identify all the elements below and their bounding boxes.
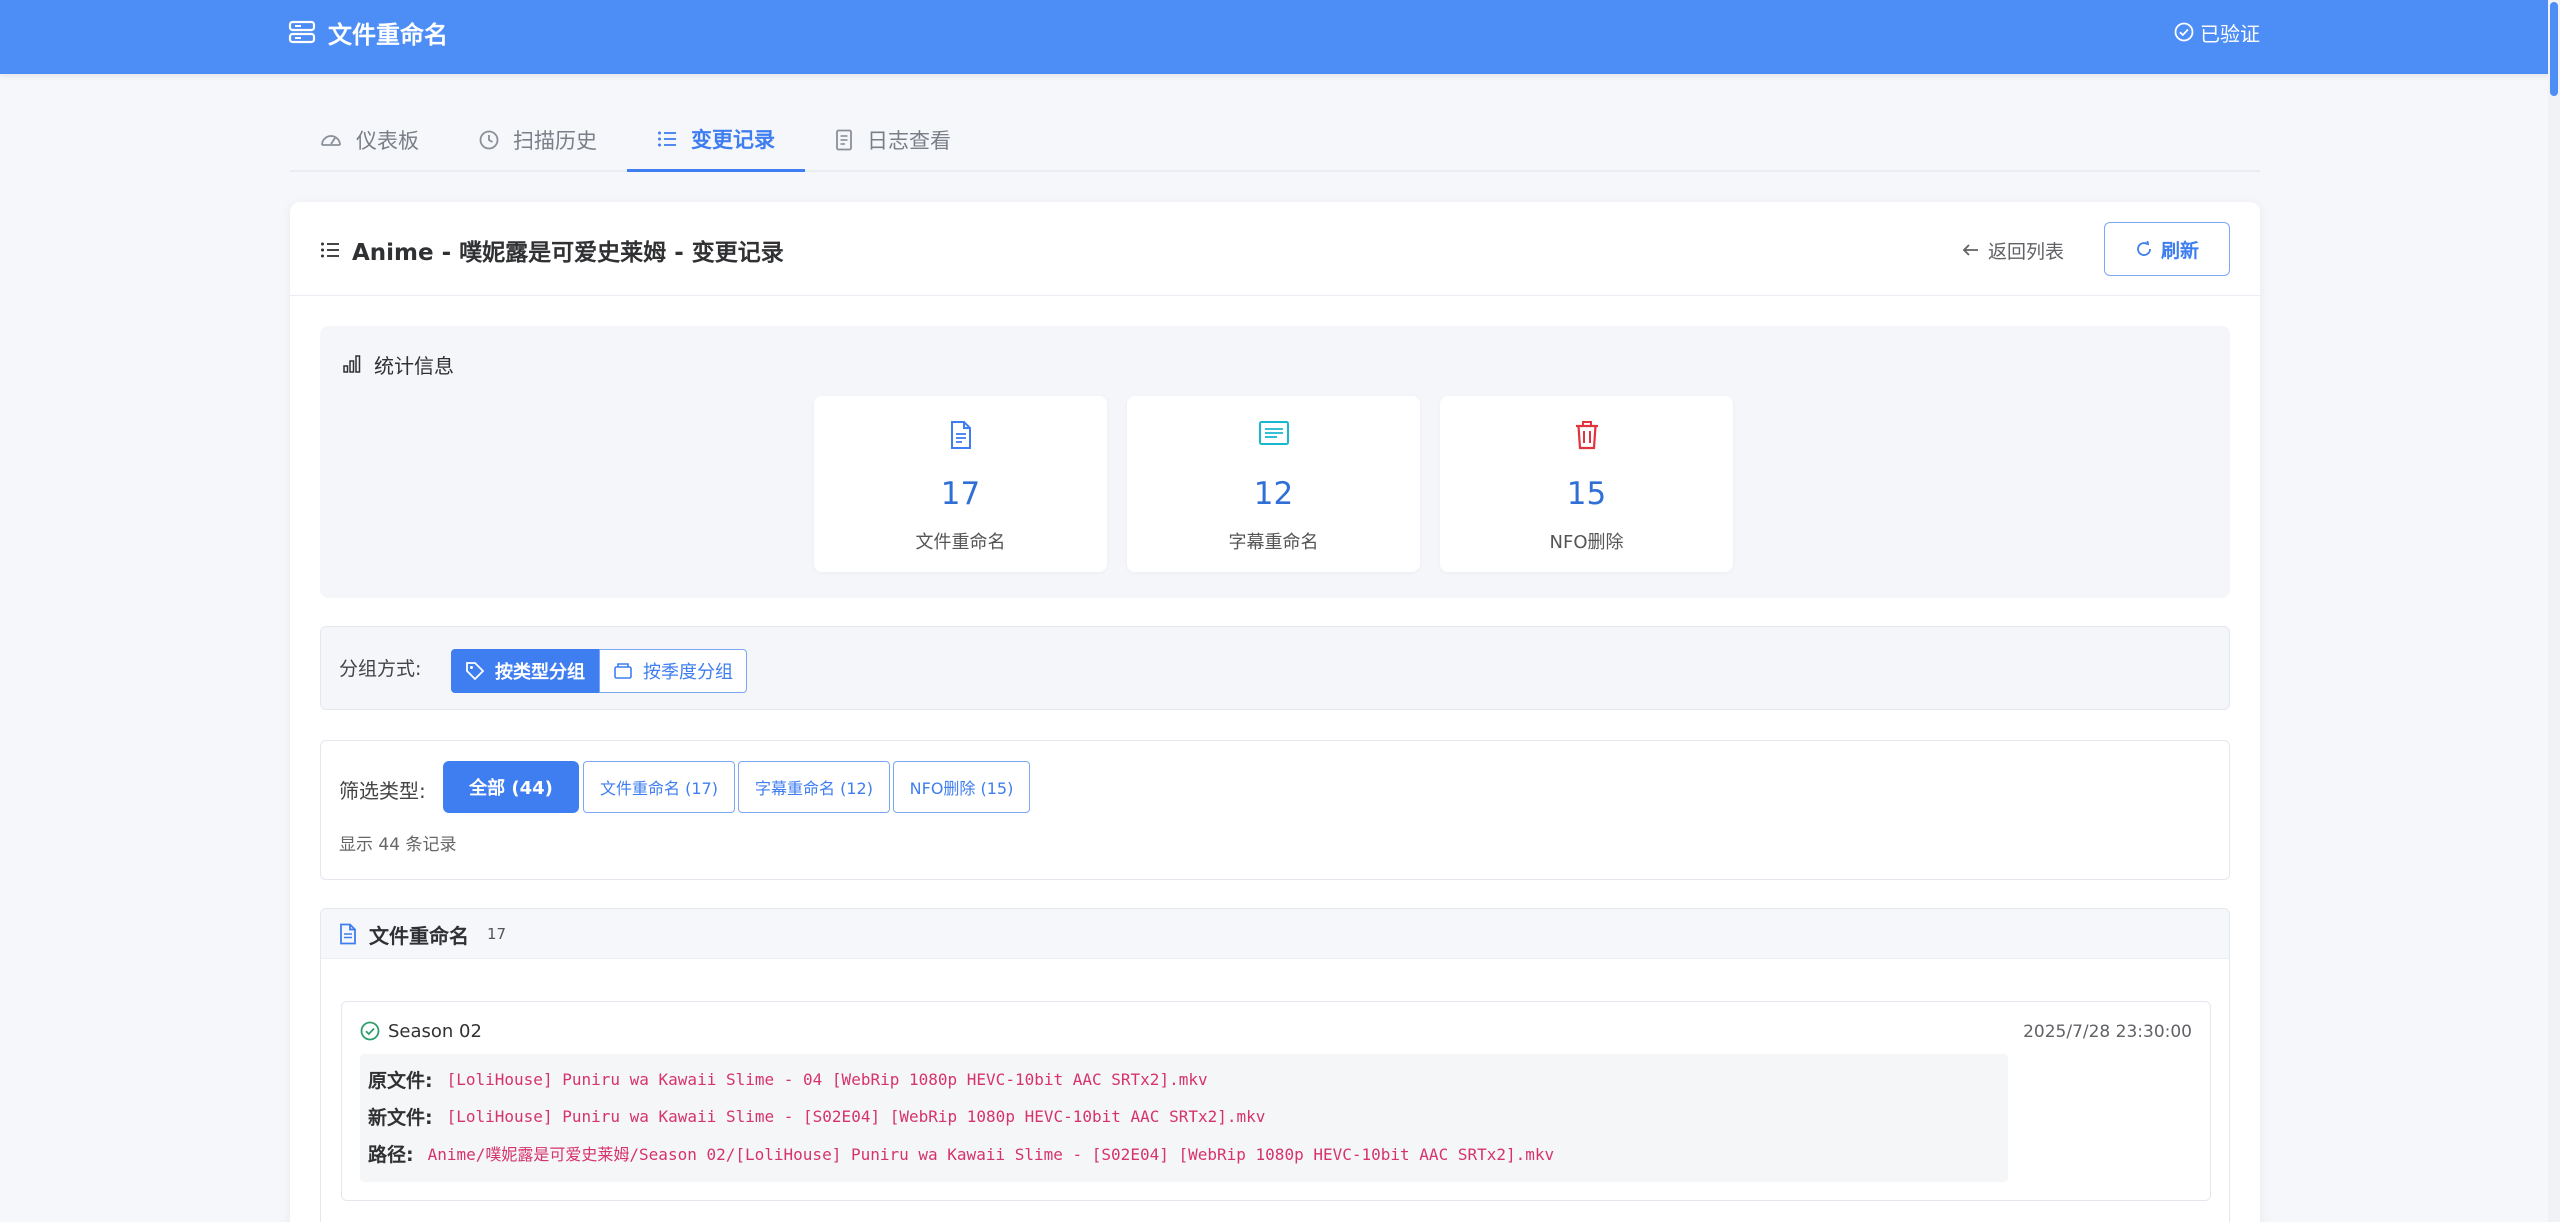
- stats-title-text: 统计信息: [374, 353, 454, 378]
- refresh-button[interactable]: 刷新: [2104, 222, 2230, 276]
- change-record: Season 02 2025/7/28 23:30:00 原文件: [LoliH…: [341, 1001, 2211, 1201]
- filter-label: 筛选类型:: [339, 779, 426, 803]
- stat-label: 文件重命名: [915, 532, 1006, 553]
- grouping-label: 分组方式:: [339, 658, 422, 680]
- path-key: 路径:: [368, 1143, 414, 1166]
- stat-nfo-delete: 15 NFO删除: [1440, 396, 1733, 572]
- card-title-text: Anime - 噗妮露是可爱史莱姆 - 变更记录: [352, 240, 784, 266]
- group-by-season-label: 按季度分组: [643, 662, 733, 683]
- new-file-key: 新文件:: [368, 1106, 433, 1129]
- list-icon: [658, 131, 676, 146]
- card-header: Anime - 噗妮露是可爱史莱姆 - 变更记录 返回列表 刷新: [290, 202, 2260, 296]
- verified-label: 已验证: [2200, 21, 2260, 46]
- app-title: 文件重命名: [328, 20, 448, 49]
- verified-status: 已验证: [2174, 16, 2260, 48]
- section-header[interactable]: 文件重命名 17: [321, 909, 2229, 959]
- filter-file-rename-button[interactable]: 文件重命名 (17): [583, 761, 735, 813]
- trash-icon: [1575, 421, 1598, 450]
- grouping-panel: 分组方式: 按类型分组 按季度分组: [320, 626, 2230, 710]
- check-circle-icon: [360, 1021, 380, 1041]
- dashboard-icon: [321, 135, 341, 146]
- file-icon: [340, 923, 356, 945]
- folder-icon: [614, 663, 632, 679]
- app-brand[interactable]: 文件重命名: [288, 14, 448, 50]
- group-by-season-button[interactable]: 按季度分组: [599, 649, 747, 693]
- file-icon: [950, 421, 971, 449]
- record-details: 原文件: [LoliHouse] Puniru wa Kawaii Slime …: [360, 1054, 2008, 1182]
- stats-title: 统计信息: [342, 348, 454, 380]
- tab-change-records[interactable]: 变更记录: [627, 108, 805, 172]
- stat-value: 15: [1566, 476, 1607, 512]
- arrow-left-icon: [1962, 244, 1978, 256]
- stat-file-rename: 17 文件重命名: [814, 396, 1107, 572]
- clock-icon: [479, 130, 499, 150]
- tab-dashboard[interactable]: 仪表板: [290, 108, 449, 172]
- filter-subtitle-rename-button[interactable]: 字幕重命名 (12): [738, 761, 890, 813]
- path-row: 路径: Anime/噗妮露是可爱史莱姆/Season 02/[LoliHouse…: [368, 1138, 1554, 1168]
- refresh-icon: [2137, 240, 2151, 256]
- record-count-text: 显示 44 条记录: [339, 835, 457, 855]
- scrollbar[interactable]: [2548, 0, 2560, 1222]
- document-icon: [836, 129, 852, 151]
- change-records-card: Anime - 噗妮露是可爱史莱姆 - 变更记录 返回列表 刷新 统计信息 17…: [290, 202, 2260, 1222]
- stat-value: 12: [1253, 476, 1294, 512]
- path-value: Anime/噗妮露是可爱史莱姆/Season 02/[LoliHouse] Pu…: [427, 1145, 1555, 1164]
- stat-value: 17: [940, 476, 981, 512]
- original-file-row: 原文件: [LoliHouse] Puniru wa Kawaii Slime …: [368, 1064, 1208, 1094]
- bar-chart-icon: [343, 355, 361, 373]
- back-to-list-link[interactable]: 返回列表: [1962, 234, 2064, 266]
- tab-label: 仪表板: [356, 129, 419, 153]
- back-label: 返回列表: [1988, 240, 2065, 263]
- stats-panel: 统计信息 17 文件重命名 12 字幕重命名 15 NFO删除: [320, 326, 2230, 598]
- section-title: 文件重命名 17: [339, 919, 506, 949]
- new-file-value: [LoliHouse] Puniru wa Kawaii Slime - [S0…: [446, 1106, 1266, 1126]
- filter-panel: 筛选类型: 全部 (44) 文件重命名 (17) 字幕重命名 (12) NFO删…: [320, 740, 2230, 880]
- group-by-type-label: 按类型分组: [495, 662, 585, 683]
- top-bar: 文件重命名 已验证: [0, 0, 2560, 74]
- tab-log-viewer[interactable]: 日志查看: [805, 108, 981, 172]
- list-icon: [321, 242, 339, 258]
- stat-label: 字幕重命名: [1228, 532, 1319, 553]
- server-icon: [288, 20, 316, 44]
- section-count-badge: 17: [487, 925, 507, 943]
- tab-label: 变更记录: [691, 127, 775, 152]
- refresh-label: 刷新: [2160, 239, 2199, 262]
- tab-label: 日志查看: [867, 129, 951, 153]
- group-by-type-button[interactable]: 按类型分组: [451, 649, 599, 693]
- original-file-value: [LoliHouse] Puniru wa Kawaii Slime - 04 …: [446, 1069, 1208, 1089]
- stat-label: NFO删除: [1549, 532, 1624, 553]
- record-season: Season 02: [360, 1016, 482, 1046]
- main-tabs: 仪表板 扫描历史 变更记录 日志查看: [290, 108, 2260, 172]
- check-circle-icon: [2174, 22, 2194, 42]
- tab-scan-history[interactable]: 扫描历史: [449, 108, 627, 172]
- subtitle-icon: [1258, 421, 1289, 445]
- card-title: Anime - 噗妮露是可爱史莱姆 - 变更记录: [320, 230, 784, 270]
- record-season-label: Season 02: [388, 1020, 482, 1042]
- new-file-row: 新文件: [LoliHouse] Puniru wa Kawaii Slime …: [368, 1101, 1265, 1131]
- filter-all-button[interactable]: 全部 (44): [443, 761, 579, 813]
- file-rename-section: 文件重命名 17 Season 02 2025/7/28 23:30:00 原文…: [320, 908, 2230, 1222]
- record-timestamp: 2025/7/28 23:30:00: [2023, 1022, 2192, 1042]
- tag-icon: [466, 662, 485, 681]
- original-file-key: 原文件:: [368, 1069, 433, 1092]
- tab-label: 扫描历史: [513, 129, 597, 153]
- section-title-text: 文件重命名: [369, 923, 469, 948]
- filter-nfo-delete-button[interactable]: NFO删除 (15): [893, 761, 1030, 813]
- scrollbar-thumb[interactable]: [2550, 2, 2558, 96]
- stat-subtitle-rename: 12 字幕重命名: [1127, 396, 1420, 572]
